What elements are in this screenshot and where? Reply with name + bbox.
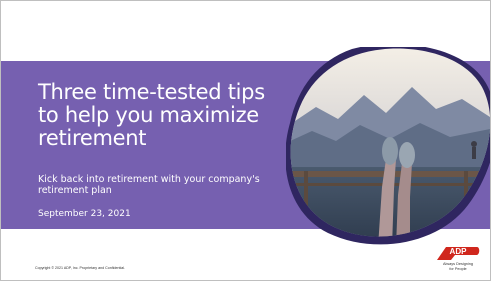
adp-logo-text: ADP [450, 247, 468, 256]
slide: Three time-tested tips to help you maxim… [0, 0, 491, 281]
slide-title: Three time-tested tips to help you maxim… [38, 80, 265, 150]
adp-logo: ADP Always Designing for People [435, 245, 481, 275]
slide-subtitle: Kick back into retirement with your comp… [38, 174, 260, 196]
copyright-notice: Copyright © 2021 ADP, Inc. Proprietary a… [35, 266, 126, 270]
logo-tagline-2: for People [449, 266, 467, 271]
slide-date: September 23, 2021 [38, 209, 131, 219]
legs-on-railing-mountain-photo [286, 47, 490, 245]
adp-logo-mark: ADP [437, 247, 480, 260]
